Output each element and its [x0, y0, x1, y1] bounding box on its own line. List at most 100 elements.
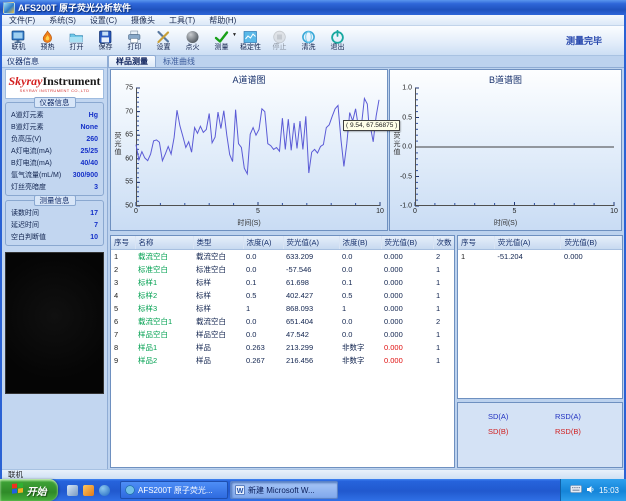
results-column-header[interactable]: 浓度(B) — [339, 236, 381, 250]
toolbar-button-ignite[interactable]: 点火 — [178, 27, 207, 55]
camera-preview — [5, 252, 104, 394]
ignite-sphere-icon — [185, 30, 200, 44]
field-label: B道灯元素 — [11, 122, 44, 132]
field-value: 10 — [90, 234, 98, 241]
field-label: 灯丝亮暗度 — [11, 182, 46, 192]
menu-item-1[interactable]: 文件(F) — [2, 15, 42, 26]
toolbar-button-measure[interactable]: ▼测量 — [207, 27, 236, 55]
taskbar-window-2[interactable]: W新建 Microsoft W... — [230, 481, 338, 499]
results-cell: 载流空白 — [193, 315, 243, 328]
toolbar-button-label: 打开 — [70, 44, 84, 52]
menu-item-4[interactable]: 摄像头 — [124, 15, 162, 26]
menu-item-6[interactable]: 帮助(H) — [202, 15, 243, 26]
toolbar-buttons: 联机预热打开保存打印设置点火▼测量稳定性停止清洗退出 — [4, 27, 352, 55]
results-column-header[interactable]: 荧光值(B) — [381, 236, 433, 250]
keyboard-icon[interactable] — [570, 485, 582, 495]
field-value: 260 — [86, 136, 98, 143]
chart-b-plot[interactable]: -1.0-0.50.00.51.00510 — [415, 88, 614, 206]
info-field: 负高压(V)260 — [6, 133, 103, 145]
show-desktop-icon[interactable] — [67, 485, 78, 496]
results-row[interactable]: 3标样1标样0.161.6980.10.0001 — [111, 276, 455, 289]
results-cell: 标样3 — [135, 302, 193, 315]
detail-row[interactable]: 1-51.2040.000 — [458, 250, 622, 264]
toolbar-button-clean[interactable]: 清洗 — [294, 27, 323, 55]
results-cell: 8 — [111, 341, 135, 354]
toolbar-button-settings[interactable]: 设置 — [149, 27, 178, 55]
volume-icon[interactable] — [586, 485, 595, 496]
toolbar-button-print[interactable]: 打印 — [120, 27, 149, 55]
results-cell: 216.456 — [283, 354, 339, 367]
results-cell: 0.000 — [381, 250, 433, 264]
results-column-header[interactable]: 浓度(A) — [243, 236, 283, 250]
results-column-header[interactable]: 类型 — [193, 236, 243, 250]
results-column-header[interactable]: 名称 — [135, 236, 193, 250]
open-folder-icon — [69, 30, 84, 44]
detail-column-header[interactable]: 荧光值(A) — [494, 236, 561, 250]
logo-brand-dark: Instrument — [42, 74, 100, 88]
field-label: 氩气流量(mL/M) — [11, 170, 61, 180]
results-row[interactable]: 4标样2标样0.5402.4270.50.0001 — [111, 289, 455, 302]
toolbar-button-stability[interactable]: 稳定性 — [236, 27, 265, 55]
instrument-group-fields: A道灯元素HgB道灯元素None负高压(V)260A灯电流(mA)25/25B灯… — [6, 103, 103, 193]
info-field: A道灯元素Hg — [6, 109, 103, 121]
channel-a-chart: A道谱图 荧光值 5055606570750510 时间(S) — [110, 69, 388, 231]
chart-b-ylabel: 荧光值 — [391, 132, 401, 156]
taskbar-window-1[interactable]: AFS200T 原子荧光... — [120, 481, 228, 499]
svg-text:W: W — [237, 488, 244, 495]
ie-icon[interactable] — [99, 485, 110, 496]
detail-column-header[interactable]: 序号 — [458, 236, 494, 250]
media-player-icon[interactable] — [83, 485, 94, 496]
tab-sample-measure[interactable]: 样品测量 — [108, 55, 156, 67]
results-row[interactable]: 9样品2样品0.267216.456非数字0.0001 — [111, 354, 455, 367]
results-row[interactable]: 8样品1样品0.263213.299非数字0.0001 — [111, 341, 455, 354]
stop-icon — [272, 30, 287, 44]
detail-cell: -51.204 — [494, 250, 561, 264]
results-row[interactable]: 1载流空白载流空白0.0633.2090.00.0002 — [111, 250, 455, 264]
measure-group-title: 测量信息 — [34, 195, 76, 206]
menu-item-3[interactable]: 设置(C) — [83, 15, 124, 26]
info-field: B道灯元素 None — [6, 121, 103, 133]
field-value: 3 — [94, 184, 98, 191]
results-cell: 0.000 — [381, 328, 433, 341]
results-cell: 213.299 — [283, 341, 339, 354]
start-button[interactable]: 开始 — [0, 479, 58, 501]
data-point-tooltip: ( 9.54, 67.56875 ) — [343, 120, 400, 131]
windows-flag-icon — [12, 483, 24, 497]
x-tick-label: 10 — [376, 208, 384, 215]
menu-item-5[interactable]: 工具(T) — [162, 15, 202, 26]
title-bar[interactable]: AFS200T 原子荧光分析软件 — [0, 0, 626, 15]
results-cell: 0.000 — [381, 354, 433, 367]
toolbar-button-connect[interactable]: 联机 — [4, 27, 33, 55]
toolbar-button-preheat[interactable]: 预热 — [33, 27, 62, 55]
results-cell: 0.1 — [243, 276, 283, 289]
detail-column-header[interactable]: 荧光值(B) — [561, 236, 622, 250]
tray-clock[interactable]: 15:03 — [599, 486, 619, 495]
field-value: Hg — [89, 112, 98, 119]
field-value: 7 — [94, 222, 98, 229]
results-row[interactable]: 5标样3标样1868.09310.0001 — [111, 302, 455, 315]
toolbar-button-save[interactable]: 保存 — [91, 27, 120, 55]
results-cell: 5 — [111, 302, 135, 315]
results-cell: 0.000 — [381, 276, 433, 289]
instrument-info-sidebar: 仪器信息 SkyrayInstrument SKYRAY INSTRUMENT … — [2, 56, 108, 469]
results-row[interactable]: 7样品空白样品空白0.047.5420.00.0001 — [111, 328, 455, 341]
results-column-header[interactable]: 荧光值(A) — [283, 236, 339, 250]
results-column-header[interactable]: 次数 — [433, 236, 455, 250]
chart-a-plot[interactable]: 5055606570750510 — [136, 88, 380, 206]
chart-a-ylabel: 荧光值 — [112, 132, 122, 156]
menu-item-2[interactable]: 系统(S) — [42, 15, 83, 26]
app-window: AFS200T 原子荧光分析软件 文件(F)系统(S)设置(C)摄像头工具(T)… — [0, 0, 626, 501]
tab-standard-curve[interactable]: 标准曲线 — [156, 56, 202, 67]
field-value: None — [81, 124, 99, 131]
toolbar-button-open[interactable]: 打开 — [62, 27, 91, 55]
status-text: 联机 — [8, 470, 23, 479]
results-cell: 标样1 — [135, 276, 193, 289]
tools-icon — [156, 30, 171, 44]
results-row[interactable]: 2标准空白标准空白0.0-57.5460.00.0001 — [111, 263, 455, 276]
results-column-header[interactable]: 序号 — [111, 236, 135, 250]
toolbar-button-exit[interactable]: 退出 — [323, 27, 352, 55]
flame-icon — [40, 30, 55, 44]
printer-icon — [127, 30, 142, 44]
results-row[interactable]: 6载流空白1载流空白0.0651.4040.00.0002 — [111, 315, 455, 328]
toolbar-button-label: 测量 — [215, 44, 229, 52]
